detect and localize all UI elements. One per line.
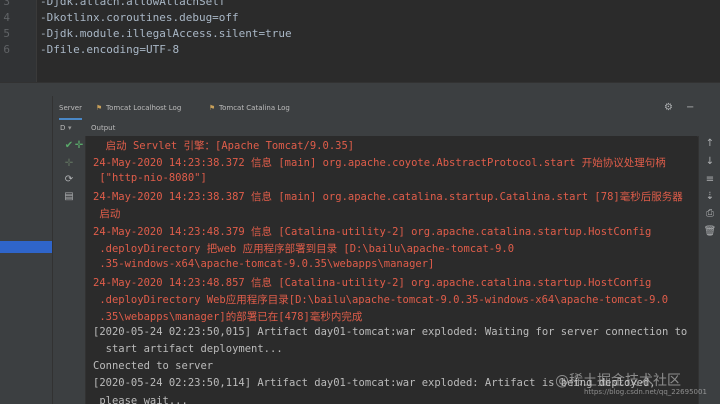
editor-area[interactable]: 3 4 5 6 -Djdk.attach.allowAttachSelf -Dk… [0,0,720,82]
code-line[interactable]: -Dfile.encoding=UTF-8 [40,43,179,56]
console-line: [2020-05-24 02:23:50,015] Artifact day01… [93,326,688,339]
log-tabs-bar: Server ⚑ Tomcat Localhost Log ⚑ Tomcat Cat… [53,96,720,121]
console-line: .deployDirectory 把web 应用程序部署到目录 [D:\bail… [93,242,515,255]
console-line: 24-May-2020 14:23:48.857 信息 [Catalina-ut… [93,276,652,289]
console-right-toolbar: ↑ ↓ ≡ ⇣ ⎙ 🗑 [698,136,720,404]
artifact-icon[interactable]: ▤ [53,191,85,202]
console-line: .35\webapps\manager]的部署已在[478]毫秒内完成 [93,311,363,323]
soft-wrap-icon[interactable]: ≡ [699,174,720,185]
console-line: ["http-nio-8080"] [93,172,207,185]
print-icon[interactable]: ⎙ [699,208,720,219]
console-line: please wait... [93,394,188,404]
editor-gutter: 3 4 5 6 [0,0,37,82]
tomcat-icon: ⚑ [95,104,103,112]
console-line: 启动 [93,208,121,221]
code-line[interactable]: -Dkotlinx.coroutines.debug=off [40,11,239,24]
tab-tomcat-localhost-log[interactable]: ⚑ Tomcat Localhost Log [95,96,181,120]
console-line: .deployDirectory Web应用程序目录[D:\bailu\apac… [93,293,669,306]
scroll-up-icon[interactable]: ↑ [699,138,720,149]
deployment-column-header[interactable]: D [60,120,65,136]
console-output[interactable]: 启动 Servlet 引擎：[Apache Tomcat/9.0.35] 24-M… [86,136,697,404]
line-number: 4 [3,11,10,24]
code-line[interactable]: -Djdk.attach.allowAttachSelf [40,0,225,8]
deploy-all-icon[interactable]: ✛ [53,158,85,169]
settings-gear-icon[interactable]: ⚙ [664,102,673,113]
line-number: 3 [3,0,10,8]
line-number: 6 [3,43,10,56]
scroll-to-end-icon[interactable]: ⇣ [699,191,720,202]
minimize-icon[interactable]: − [686,102,694,113]
tab-label: Tomcat Catalina Log [219,104,290,112]
console-line: 24-May-2020 14:23:38.387 信息 [main] org.a… [93,191,683,204]
console-line: .35-windows-x64\apache-tomcat-9.0.35\web… [93,257,435,270]
console-line: 24-May-2020 14:23:48.379 信息 [Catalina-ut… [93,225,652,238]
selected-tree-node[interactable] [0,241,52,253]
console-line: 24-May-2020 14:23:38.372 信息 [main] org.a… [93,157,666,170]
tab-tomcat-catalina-log[interactable]: ⚑ Tomcat Catalina Log [208,96,290,120]
refresh-icon[interactable]: ⟳ [53,174,85,185]
line-number: 5 [3,27,10,40]
console-line: start artifact deployment... [93,343,283,356]
tab-server[interactable]: Server [59,96,82,120]
trash-icon[interactable]: 🗑 [699,226,720,237]
output-subbar: D ▾ Output [53,120,720,137]
scroll-down-icon[interactable]: ↓ [699,156,720,167]
console-line: 启动 Servlet 引擎：[Apache Tomcat/9.0.35] [93,140,355,152]
tab-label: Tomcat Localhost Log [106,104,182,112]
tab-label: Server [59,104,82,112]
chevron-down-icon[interactable]: ▾ [68,120,72,136]
deploy-toolbar: ✔ ✛ ✛ ⟳ ▤ [53,136,86,404]
output-column-header[interactable]: Output [91,120,115,136]
tomcat-icon: ⚑ [208,104,216,112]
code-line[interactable]: -Djdk.module.illegalAccess.silent=true [40,27,292,40]
watermark: @稀土掘金技术社区 [555,373,681,389]
watermark-url: https://blog.csdn.net/qq_22695001 [584,388,707,396]
left-services-panel[interactable] [0,96,53,404]
console-line: Connected to server [93,360,214,373]
